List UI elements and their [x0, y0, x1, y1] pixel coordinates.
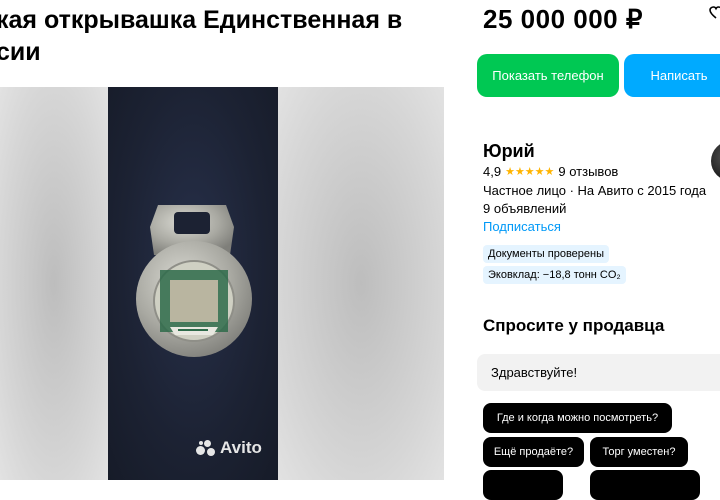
seller-avatar[interactable] [711, 141, 720, 181]
documents-verified-badge: Документы проверены [483, 245, 610, 263]
quick-question-chip[interactable] [483, 470, 563, 500]
bottle-opener-image [136, 205, 252, 357]
seller-name[interactable]: Юрий [483, 141, 535, 162]
gallery-blur-right [278, 87, 444, 480]
eco-contribution-badge[interactable]: Эковклад: −18,8 тонн CO₂ [483, 266, 626, 284]
quick-question-chip[interactable]: Где и когда можно посмотреть? [483, 403, 672, 433]
quick-question-chip[interactable]: Ещё продаёте? [483, 437, 584, 467]
message-input[interactable]: Здравствуйте! [477, 354, 720, 391]
listing-price: 25 000 000 ₽ [483, 4, 643, 34]
subscribe-link[interactable]: Подписаться [483, 219, 561, 234]
seller-type: Частное лицо · На Авито с 2015 года [483, 183, 707, 198]
star-rating-icon: ★★★★★ [505, 166, 555, 178]
write-message-button[interactable]: Написать [624, 54, 720, 97]
heart-icon[interactable] [709, 6, 720, 20]
quick-question-chip[interactable]: Торг уместен? [590, 437, 688, 467]
seller-ads-count[interactable]: 9 объявлений [483, 201, 566, 216]
reviews-link[interactable]: 9 отзывов [558, 164, 618, 179]
listing-photo[interactable] [108, 87, 278, 480]
avito-watermark: Avito [196, 438, 262, 458]
quick-question-chip[interactable] [590, 470, 700, 500]
rating-value: 4,9 [483, 164, 502, 179]
seller-rating: 4,9 ★★★★★ 9 отзывов [483, 164, 618, 179]
show-phone-button[interactable]: Показать телефон [477, 54, 619, 97]
avito-logo-icon [196, 440, 216, 456]
listing-title: кая открывашка Единственная в сии [0, 6, 403, 66]
gallery-blur-left [0, 87, 108, 480]
ask-seller-title: Спросите у продавца [483, 316, 665, 335]
photo-gallery[interactable] [0, 87, 444, 480]
watermark-text: Avito [220, 438, 262, 457]
